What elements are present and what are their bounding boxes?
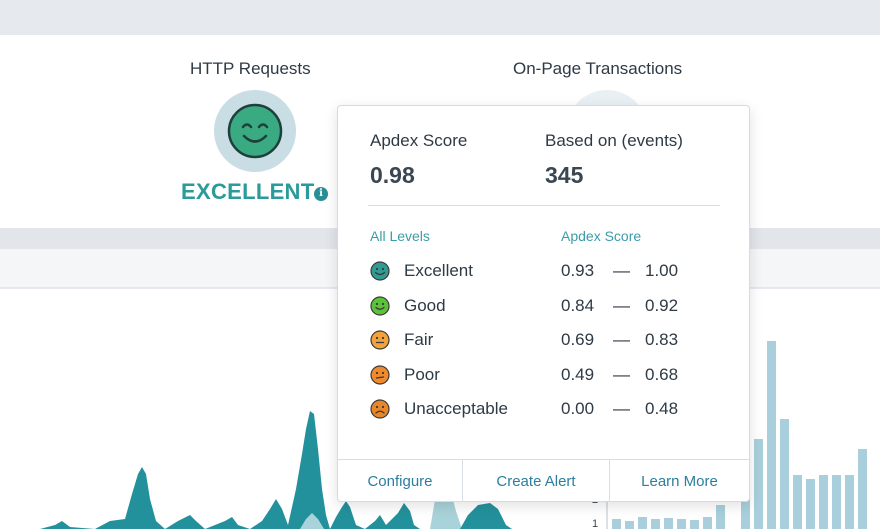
bar — [677, 519, 686, 529]
bar — [793, 475, 802, 529]
bar — [845, 475, 854, 529]
bar — [767, 341, 776, 529]
level-name: Poor — [404, 364, 440, 384]
excellent-face-icon — [227, 103, 283, 159]
apdex-score-label: Apdex Score — [370, 131, 468, 150]
level-name: Good — [404, 295, 446, 315]
level-range-dash: — — [613, 330, 630, 349]
level-min-score: 0.49 — [561, 364, 595, 384]
bar — [832, 475, 841, 529]
bar — [858, 449, 867, 529]
level-min-score: 0.00 — [561, 399, 595, 418]
tooltip-divider — [368, 205, 720, 206]
bar — [664, 518, 673, 529]
level-max-score: 0.92 — [645, 295, 679, 315]
level-max-score: 0.68 — [645, 364, 679, 384]
y-tick-label-1: 1 — [592, 518, 598, 529]
http-requests-apdex-face — [214, 90, 296, 172]
bar — [716, 505, 725, 529]
bar — [625, 521, 634, 529]
level-row-poor: Poor 0.49 — 0.68 — [370, 364, 710, 386]
level-min-score: 0.69 — [561, 330, 595, 349]
create-alert-button[interactable]: Create Alert — [463, 460, 610, 502]
bar — [638, 517, 647, 529]
bar — [651, 519, 660, 529]
http-requests-rating: EXCELLENT — [181, 179, 315, 204]
level-range-dash: — — [613, 399, 630, 418]
level-name: Unacceptable — [404, 399, 508, 418]
bar — [690, 520, 699, 529]
http-requests-title: HTTP Requests — [190, 59, 311, 78]
all-levels-header: All Levels — [370, 228, 430, 244]
apdex-tooltip: Apdex Score 0.98 Based on (events) 345 A… — [337, 105, 750, 502]
tooltip-footer: Configure Create Alert Learn More — [338, 459, 749, 502]
bar — [819, 475, 828, 529]
level-row-fair: Fair 0.69 — 0.83 — [370, 329, 710, 351]
learn-more-button[interactable]: Learn More — [610, 460, 749, 502]
apdex-score-header: Apdex Score — [561, 228, 642, 244]
unacceptable-face-icon — [370, 399, 390, 424]
level-min-score: 0.84 — [561, 295, 595, 315]
bar — [780, 419, 789, 529]
bar — [806, 479, 815, 529]
fair-face-icon — [370, 330, 390, 355]
level-min-score: 0.93 — [561, 261, 595, 280]
events-value: 345 — [545, 162, 584, 188]
level-name: Fair — [404, 330, 434, 349]
level-range-dash: — — [613, 364, 630, 384]
info-icon[interactable]: i — [314, 187, 328, 201]
top-strip — [0, 0, 880, 35]
level-row-excellent: Excellent 0.93 — 1.00 — [370, 260, 710, 282]
level-row-unacceptable: Unacceptable 0.00 — 0.48 — [370, 398, 710, 420]
level-range-dash: — — [613, 261, 630, 280]
good-face-icon — [370, 295, 390, 321]
level-max-score: 0.83 — [645, 330, 679, 349]
bar — [754, 439, 763, 529]
level-max-score: 0.48 — [645, 399, 679, 418]
on-page-transactions-title: On-Page Transactions — [513, 59, 683, 78]
level-range-dash: — — [613, 295, 630, 315]
level-max-score: 1.00 — [645, 261, 679, 280]
poor-face-icon — [370, 364, 390, 390]
events-label: Based on (events) — [545, 131, 683, 150]
level-row-good: Good 0.84 — 0.92 — [370, 295, 710, 317]
excellent-face-icon — [370, 261, 390, 286]
traffic-peaks-series-right — [460, 503, 512, 529]
bar — [612, 519, 621, 529]
configure-button[interactable]: Configure — [338, 460, 463, 502]
level-name: Excellent — [404, 261, 473, 280]
bar — [703, 517, 712, 529]
apdex-score-value: 0.98 — [370, 162, 415, 188]
